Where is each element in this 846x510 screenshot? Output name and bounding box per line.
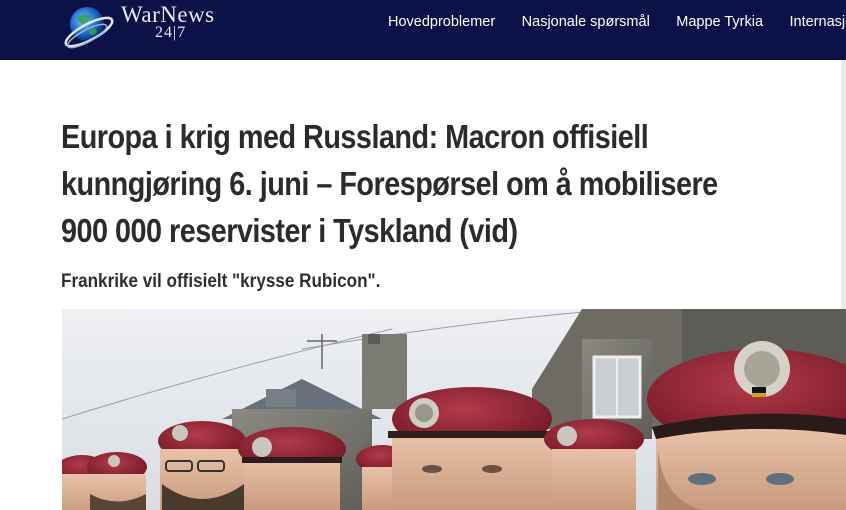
nav-item-nasjonale-sporsmal[interactable]: Nasjonale spørsmål <box>522 14 650 30</box>
article-title: Europa i krig med Russland: Macron offis… <box>61 119 718 250</box>
article-hero-image <box>62 309 846 510</box>
globe-logo-icon <box>64 7 114 49</box>
article-subtitle: Frankrike vil offisielt "krysse Rubicon"… <box>61 271 381 292</box>
logo-subtitle: 24|7 <box>155 24 187 41</box>
nav-item-hovedproblemer[interactable]: Hovedproblemer <box>388 14 495 30</box>
nav-item-internasjonale[interactable]: Internasjonale <box>789 14 846 30</box>
main-nav: Hovedproblemer Nasjonale spørsmål Mappe … <box>388 13 846 31</box>
site-logo[interactable]: WarNews 24|7 <box>63 2 238 52</box>
site-header: WarNews 24|7 Hovedproblemer Nasjonale sp… <box>0 0 846 60</box>
nav-item-mappe-tyrkia[interactable]: Mappe Tyrkia <box>676 14 763 30</box>
